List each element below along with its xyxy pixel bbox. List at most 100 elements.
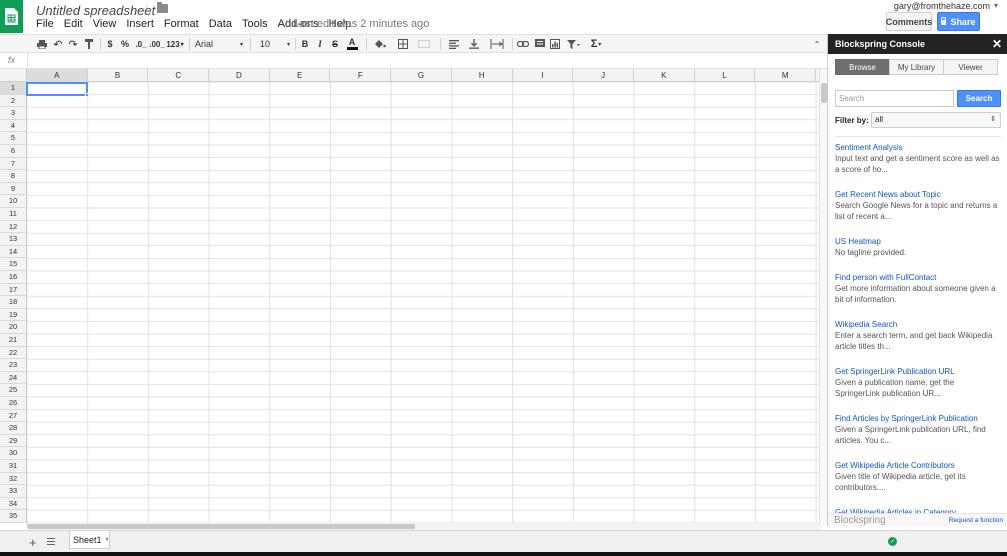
chevron-down-icon[interactable]: ▾	[106, 536, 109, 543]
fill-color-icon[interactable]	[372, 36, 388, 52]
row-header[interactable]: 9	[0, 182, 27, 196]
row-header[interactable]: 34	[0, 497, 27, 511]
horizontal-scroll-thumb[interactable]	[27, 524, 415, 529]
function-title-link[interactable]: Find Articles by SpringerLink Publicatio…	[835, 413, 1001, 424]
increase-decimal-button[interactable]: .00_	[149, 36, 165, 52]
tab-viewer[interactable]: Viewer	[943, 59, 998, 75]
redo-icon[interactable]: ↷	[67, 36, 79, 52]
add-sheet-button[interactable]: +	[29, 535, 37, 550]
column-header[interactable]: G	[391, 69, 452, 82]
row-header[interactable]: 3	[0, 107, 27, 120]
paint-format-icon[interactable]	[83, 36, 95, 52]
decrease-decimal-button[interactable]: .0_	[134, 36, 148, 52]
bold-button[interactable]: B	[300, 36, 310, 52]
search-input[interactable]: Search	[835, 90, 954, 107]
more-formats-button[interactable]: 123 ▾	[165, 36, 185, 52]
folder-icon[interactable]	[157, 2, 168, 13]
function-title-link[interactable]: US Heatmap	[835, 236, 1001, 247]
function-title-link[interactable]: Wikipedia Search	[835, 319, 1001, 330]
horizontal-scrollbar[interactable]	[27, 523, 819, 530]
tab-browse[interactable]: Browse	[835, 59, 890, 75]
row-header[interactable]: 12	[0, 220, 27, 234]
star-icon[interactable]: ☆	[141, 2, 153, 18]
sheet-tab[interactable]: Sheet1 ▾	[69, 531, 110, 549]
row-header[interactable]: 26	[0, 397, 27, 410]
search-button[interactable]: Search	[957, 90, 1001, 107]
column-header[interactable]: C	[148, 69, 210, 82]
last-edit-status[interactable]: Last edit was 2 minutes ago	[293, 18, 429, 30]
function-result-item[interactable]: Sentiment Analysis Input text and get a s…	[835, 142, 1001, 175]
currency-format-button[interactable]: $	[105, 36, 115, 52]
column-header[interactable]: I	[513, 69, 574, 82]
formula-bar[interactable]: fx	[0, 53, 827, 69]
cell-gridlines[interactable]	[0, 69, 819, 526]
strikethrough-button[interactable]: S	[330, 36, 340, 52]
percent-format-button[interactable]: %	[120, 36, 130, 52]
italic-button[interactable]: I	[315, 36, 325, 52]
insert-chart-icon[interactable]	[548, 36, 562, 52]
link-icon[interactable]	[516, 36, 530, 52]
row-header[interactable]: 17	[0, 283, 27, 297]
menu-edit[interactable]: Edit	[64, 18, 83, 30]
formula-input[interactable]	[27, 53, 817, 68]
column-header[interactable]: H	[452, 69, 513, 82]
chevron-down-icon[interactable]: ▾	[994, 1, 998, 10]
row-header[interactable]: 11	[0, 208, 27, 221]
function-result-item[interactable]: Get Recent News about Topic Search Google…	[835, 189, 1001, 222]
row-header[interactable]: 35	[0, 510, 27, 523]
row-header[interactable]: 16	[0, 271, 27, 284]
font-family-select[interactable]: Arial ▾	[193, 36, 245, 52]
spreadsheet-grid[interactable]: ABCDEFGHIJKLM 1 2 3 4 5 6 7 8 9 10 11 12 13 14 15 16 17 1…	[0, 69, 819, 526]
menu-format[interactable]: Format	[164, 18, 199, 30]
share-button[interactable]: Share	[937, 12, 980, 31]
row-header[interactable]: 21	[0, 334, 27, 347]
function-result-item[interactable]: Get Wikipedia Article Contributors Given …	[835, 460, 1001, 493]
row-header[interactable]: 2	[0, 94, 27, 108]
row-header[interactable]: 30	[0, 447, 27, 460]
merge-cells-icon[interactable]	[414, 36, 434, 52]
row-header[interactable]: 6	[0, 145, 27, 158]
menu-tools[interactable]: Tools	[242, 18, 268, 30]
row-header[interactable]: 33	[0, 485, 27, 498]
menu-view[interactable]: View	[93, 18, 117, 30]
column-header[interactable]: F	[331, 69, 392, 82]
row-header[interactable]: 13	[0, 233, 27, 246]
functions-button[interactable]: Σ ▾	[586, 36, 606, 52]
text-color-button[interactable]: A	[344, 36, 360, 52]
selected-cell[interactable]	[26, 82, 89, 97]
row-header[interactable]: 18	[0, 296, 27, 309]
row-header[interactable]: 23	[0, 359, 27, 372]
function-result-item[interactable]: US Heatmap No tagline provided.	[835, 236, 1001, 258]
menu-file[interactable]: File	[36, 18, 54, 30]
column-header[interactable]: L	[695, 69, 756, 82]
tab-my-library[interactable]: My Library	[889, 59, 944, 75]
row-header[interactable]: 7	[0, 157, 27, 171]
undo-icon[interactable]: ↶	[52, 36, 64, 52]
row-header[interactable]: 28	[0, 422, 27, 435]
column-header[interactable]: B	[88, 69, 149, 82]
filter-select[interactable]: all ⇕	[871, 112, 1001, 128]
row-header[interactable]: 22	[0, 346, 27, 360]
row-header[interactable]: 29	[0, 434, 27, 448]
close-icon[interactable]: ✕	[992, 34, 1002, 54]
print-icon[interactable]	[36, 36, 48, 52]
collapse-menu-icon[interactable]: ⌃	[811, 36, 823, 52]
function-title-link[interactable]: Find person with FullContact	[835, 272, 1001, 283]
comments-button[interactable]: Comments	[886, 12, 932, 31]
sheets-logo-icon[interactable]	[0, 0, 23, 33]
function-title-link[interactable]: Sentiment Analysis	[835, 142, 1001, 153]
row-header[interactable]: 4	[0, 119, 27, 133]
request-function-link[interactable]: Request a function	[949, 517, 1003, 524]
borders-icon[interactable]	[394, 36, 412, 52]
all-sheets-icon[interactable]	[47, 538, 55, 545]
filter-icon[interactable]	[563, 36, 583, 52]
row-header[interactable]: 24	[0, 371, 27, 385]
function-title-link[interactable]: Get SpringerLink Publication URL	[835, 366, 1001, 377]
column-header[interactable]: K	[634, 69, 695, 82]
fill-handle[interactable]	[84, 92, 89, 97]
row-header[interactable]: 20	[0, 321, 27, 334]
row-header[interactable]: 10	[0, 195, 27, 208]
column-header[interactable]: J	[573, 69, 634, 82]
function-result-item[interactable]: Wikipedia Search Enter a search term, and…	[835, 319, 1001, 352]
row-header[interactable]: 5	[0, 132, 27, 145]
